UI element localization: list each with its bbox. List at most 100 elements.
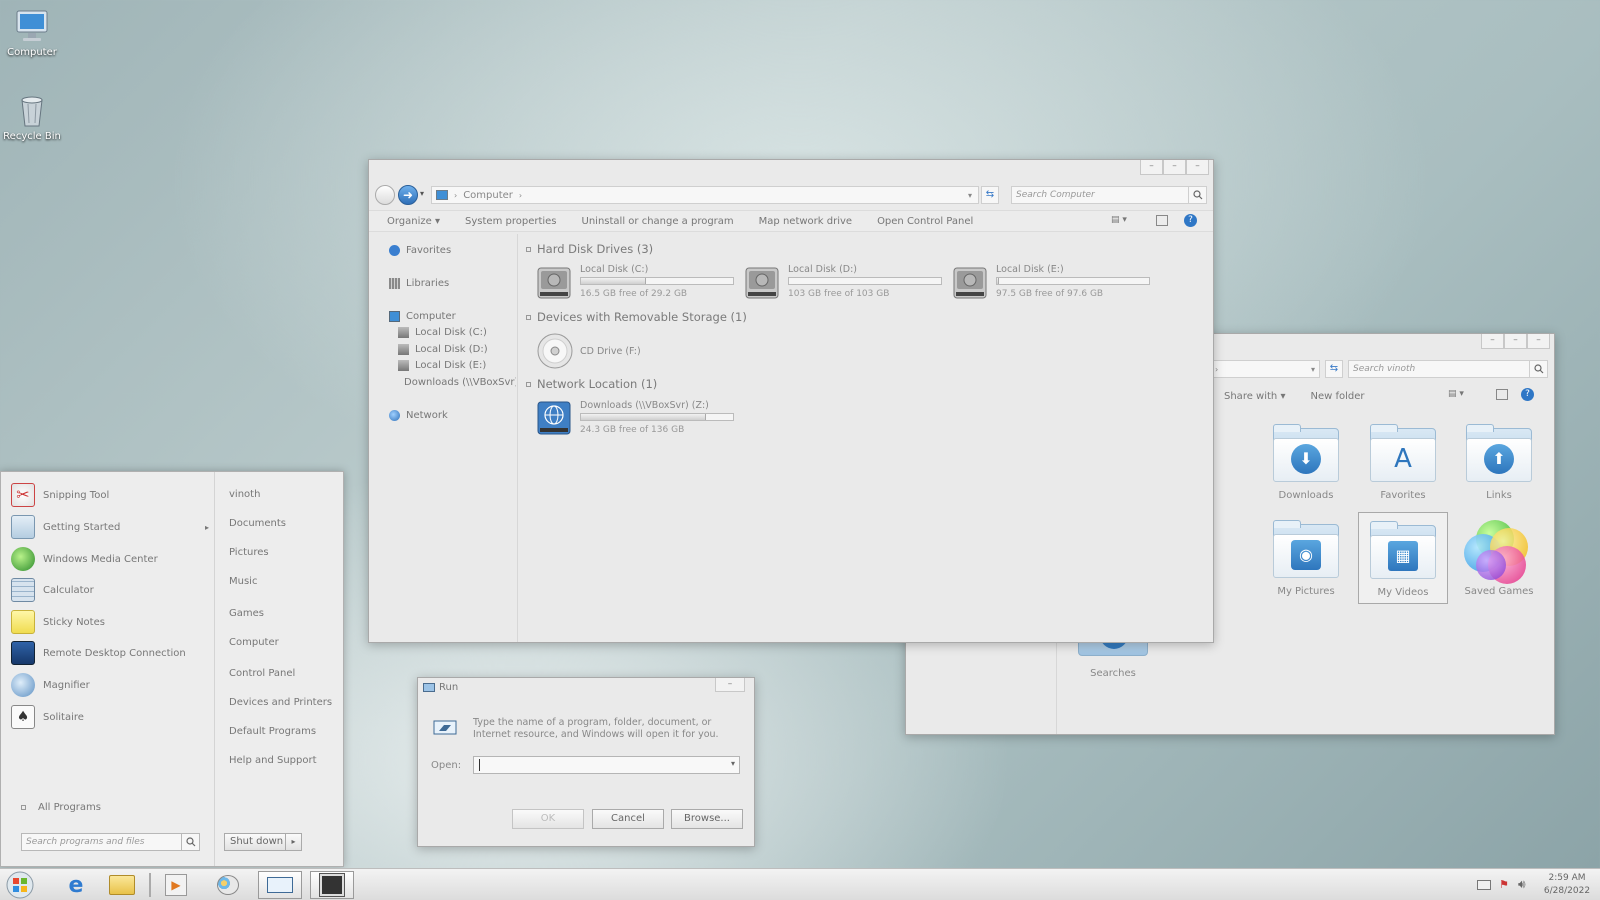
library-item-saved-games[interactable]: Saved Games: [1454, 520, 1544, 597]
start-link-music[interactable]: Music: [229, 576, 257, 587]
taskbar-computer-window[interactable]: [310, 871, 354, 899]
recent-pages-dropdown-icon[interactable]: ▾: [420, 189, 424, 198]
drive-item-cd[interactable]: CD Drive (F:): [536, 332, 741, 372]
tray-network-icon[interactable]: [1477, 880, 1491, 890]
address-dropdown-icon[interactable]: ▾: [968, 191, 972, 200]
organize-button[interactable]: Organize ▾: [387, 216, 440, 227]
program-getting-started[interactable]: Getting Started ▸: [11, 514, 209, 540]
search-icon[interactable]: [181, 834, 199, 850]
view-options-icon[interactable]: ▤ ▾: [1448, 389, 1470, 401]
start-link-computer[interactable]: Computer: [229, 637, 279, 648]
taskbar-media-player[interactable]: ▶: [154, 871, 198, 899]
refresh-icon[interactable]: ⇆: [981, 186, 999, 204]
tray-action-center-icon[interactable]: ⚑: [1499, 878, 1511, 891]
libraries-icon: [389, 278, 400, 289]
start-link-user[interactable]: vinoth: [229, 489, 260, 500]
drive-item-d[interactable]: Local Disk (D:) 103 GB free of 103 GB: [744, 264, 949, 304]
tray-volume-icon[interactable]: 🔊︎: [1518, 877, 1526, 892]
start-link-devices-printers[interactable]: Devices and Printers: [229, 697, 332, 708]
start-link-pictures[interactable]: Pictures: [229, 547, 269, 558]
minimize-button[interactable]: –: [1140, 160, 1163, 175]
uninstall-program-button[interactable]: Uninstall or change a program: [582, 216, 734, 227]
start-link-default-programs[interactable]: Default Programs: [229, 726, 316, 737]
program-snipping-tool[interactable]: ✂ Snipping Tool: [11, 482, 109, 508]
maximize-button[interactable]: –: [1504, 334, 1527, 349]
address-bar[interactable]: › ▾: [1206, 360, 1320, 378]
search-input[interactable]: Search Computer: [1011, 186, 1207, 204]
library-item-links[interactable]: ⬆ Links: [1454, 424, 1544, 501]
library-item-my-videos[interactable]: ▦ My Videos: [1358, 512, 1448, 604]
maximize-button[interactable]: –: [1163, 160, 1186, 175]
preview-pane-icon[interactable]: [1496, 389, 1508, 400]
search-icon[interactable]: [1188, 187, 1206, 203]
browse-button[interactable]: Browse...: [671, 809, 743, 829]
start-link-games[interactable]: Games: [229, 608, 264, 619]
close-button[interactable]: –: [715, 678, 745, 692]
start-button[interactable]: [4, 870, 40, 900]
shutdown-button[interactable]: Shut down: [230, 836, 283, 847]
open-input-value[interactable]: [479, 759, 480, 771]
taskbar-internet-explorer[interactable]: e: [54, 871, 98, 899]
drive-item-e[interactable]: Local Disk (E:) 97.5 GB free of 97.6 GB: [952, 264, 1157, 304]
group-header-removable-storage[interactable]: Devices with Removable Storage (1): [526, 310, 747, 324]
nav-drive-e[interactable]: Local Disk (E:): [398, 360, 486, 371]
group-header-hard-disk-drives[interactable]: Hard Disk Drives (3): [526, 242, 653, 256]
nav-network[interactable]: Network: [389, 410, 448, 421]
search-input[interactable]: Search vinoth: [1348, 360, 1548, 378]
help-icon[interactable]: ?: [1184, 214, 1197, 227]
library-item-downloads[interactable]: ⬇ Downloads: [1261, 424, 1351, 501]
nav-libraries[interactable]: Libraries: [389, 278, 449, 289]
library-item-my-pictures[interactable]: ◉ My Pictures: [1261, 520, 1351, 597]
ok-button[interactable]: OK: [512, 809, 584, 829]
help-icon[interactable]: ?: [1521, 388, 1534, 401]
nav-favorites[interactable]: Favorites: [389, 245, 451, 256]
cancel-button[interactable]: Cancel: [592, 809, 664, 829]
minimize-button[interactable]: –: [1481, 334, 1504, 349]
all-programs-item[interactable]: All Programs: [21, 802, 101, 813]
start-link-control-panel[interactable]: Control Panel: [229, 668, 295, 679]
program-magnifier[interactable]: Magnifier: [11, 672, 90, 698]
nav-drive-c[interactable]: Local Disk (C:): [398, 327, 487, 338]
breadcrumb-computer[interactable]: Computer: [463, 190, 513, 201]
group-header-network-location[interactable]: Network Location (1): [526, 377, 657, 391]
share-with-button[interactable]: Share with ▾: [1224, 391, 1285, 402]
tray-clock[interactable]: 2:59 AM 6/28/2022: [1536, 872, 1598, 898]
open-combobox[interactable]: ▾: [473, 756, 740, 774]
start-link-help-support[interactable]: Help and Support: [229, 755, 317, 766]
map-network-drive-button[interactable]: Map network drive: [759, 216, 852, 227]
program-remote-desktop[interactable]: Remote Desktop Connection: [11, 640, 186, 666]
preview-pane-icon[interactable]: [1156, 215, 1168, 226]
close-button[interactable]: –: [1186, 160, 1209, 175]
program-sticky-notes[interactable]: Sticky Notes: [11, 609, 105, 635]
desktop-icon-computer[interactable]: Computer: [0, 8, 64, 58]
address-dropdown-icon[interactable]: ▾: [1311, 365, 1315, 374]
taskbar-run[interactable]: [258, 871, 302, 899]
desktop-icon-recycle-bin[interactable]: Recycle Bin: [0, 92, 64, 142]
close-button[interactable]: –: [1527, 334, 1550, 349]
search-icon[interactable]: [1529, 361, 1547, 377]
system-properties-button[interactable]: System properties: [465, 216, 557, 227]
nav-network-drive[interactable]: Downloads (\\VBoxSvr): [398, 377, 516, 388]
program-windows-media-center[interactable]: Windows Media Center: [11, 546, 158, 572]
program-calculator[interactable]: Calculator: [11, 577, 94, 603]
view-options-icon[interactable]: ▤ ▾: [1111, 215, 1137, 227]
drive-item-c[interactable]: Local Disk (C:) 16.5 GB free of 29.2 GB: [536, 264, 741, 304]
nav-computer[interactable]: Computer: [389, 311, 456, 322]
taskbar-paint[interactable]: [206, 871, 250, 899]
submenu-arrow-icon[interactable]: ▸: [205, 523, 209, 532]
taskbar-windows-explorer[interactable]: [100, 871, 144, 899]
library-item-favorites[interactable]: A Favorites: [1358, 424, 1448, 501]
nav-drive-d[interactable]: Local Disk (D:): [398, 344, 488, 355]
start-link-documents[interactable]: Documents: [229, 518, 286, 529]
program-solitaire[interactable]: ♠ Solitaire: [11, 704, 84, 730]
start-search-input[interactable]: Search programs and files: [21, 833, 200, 851]
forward-button[interactable]: ➜: [398, 185, 418, 205]
dropdown-arrow-icon[interactable]: ▾: [731, 759, 735, 768]
drive-item-network-z[interactable]: Downloads (\\VBoxSvr) (Z:) 24.3 GB free …: [536, 400, 741, 440]
refresh-icon[interactable]: ⇆: [1325, 360, 1343, 378]
address-bar[interactable]: › Computer › ▾: [431, 186, 979, 204]
open-control-panel-button[interactable]: Open Control Panel: [877, 216, 973, 227]
shutdown-options-arrow-icon[interactable]: ▸: [285, 834, 301, 850]
back-button[interactable]: [375, 185, 395, 205]
new-folder-button[interactable]: New folder: [1310, 391, 1364, 402]
